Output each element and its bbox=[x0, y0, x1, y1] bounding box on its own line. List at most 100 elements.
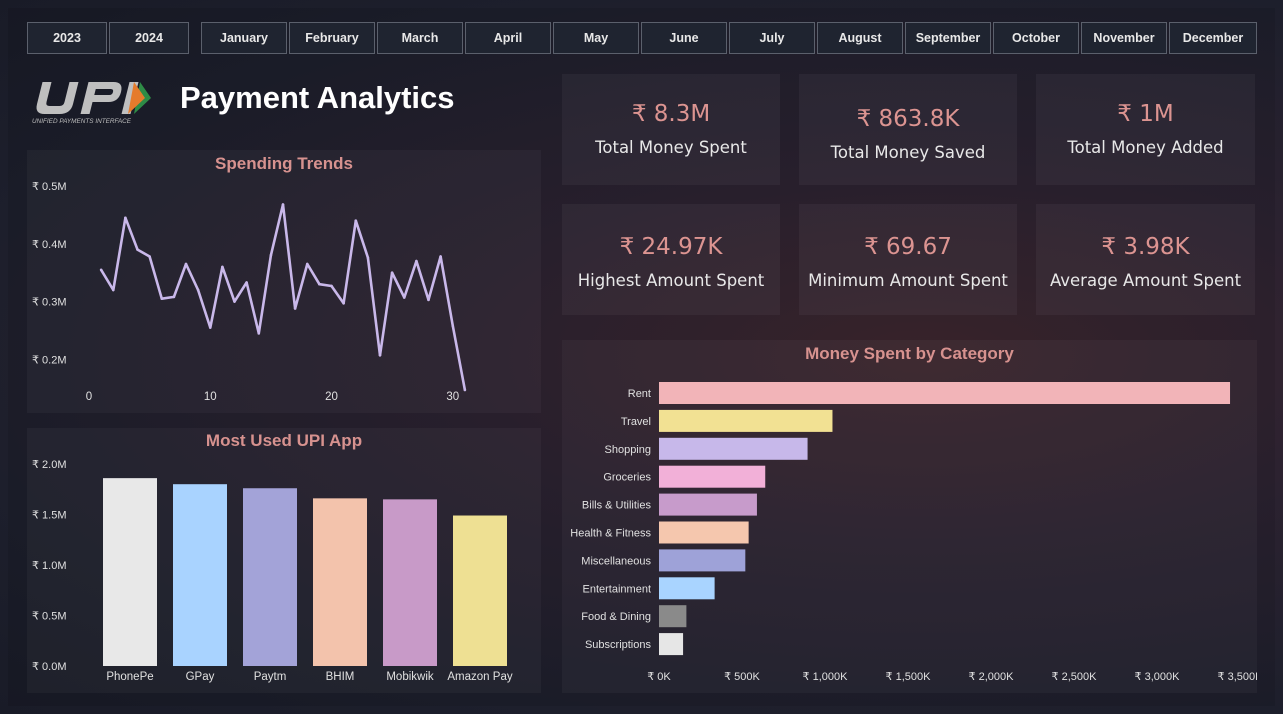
data-point bbox=[390, 271, 394, 274]
bar-phonepe bbox=[103, 478, 157, 666]
data-point bbox=[172, 295, 176, 299]
kpi-value: ₹ 69.67 bbox=[864, 234, 952, 260]
kpi-value: ₹ 3.98K bbox=[1101, 234, 1190, 260]
spending-trends-chart[interactable]: ₹ 0.2M ₹ 0.3M ₹ 0.4M ₹ 0.5M 0 10 20 30 bbox=[27, 170, 541, 413]
data-point bbox=[281, 203, 285, 206]
year-button-2023[interactable]: 2023 bbox=[27, 22, 107, 54]
y-tick-label: ₹ 2.0M bbox=[32, 459, 67, 471]
month-button-december[interactable]: December bbox=[1169, 22, 1257, 54]
kpi-average-amount-spent: ₹ 3.98K Average Amount Spent bbox=[1036, 204, 1255, 315]
upi-app-title: Most Used UPI App bbox=[205, 431, 363, 450]
bar-miscellaneous bbox=[659, 549, 746, 572]
kpi-highest-amount-spent: ₹ 24.97K Highest Amount Spent bbox=[562, 204, 780, 315]
data-point bbox=[245, 281, 248, 284]
y-tick-label: ₹ 0.4M bbox=[32, 239, 67, 251]
month-button-february[interactable]: February bbox=[289, 22, 375, 54]
y-tick-label: ₹ 0.5M bbox=[32, 181, 67, 193]
y-tick-label: ₹ 1.5M bbox=[32, 510, 67, 522]
x-tick-label: ₹ 500K bbox=[724, 671, 760, 683]
kpi-total-money-saved: ₹ 863.8K Total Money Saved bbox=[799, 74, 1017, 185]
bar-paytm bbox=[243, 488, 297, 666]
kpi-total-money-spent: ₹ 8.3M Total Money Spent bbox=[562, 74, 780, 185]
data-point bbox=[330, 284, 333, 288]
data-point bbox=[427, 298, 430, 302]
category-title: Money Spent by Category bbox=[805, 344, 1014, 363]
data-point bbox=[160, 297, 164, 300]
bar-travel bbox=[659, 409, 833, 432]
month-button-january[interactable]: January bbox=[201, 22, 287, 54]
bar-bills-utilities bbox=[659, 493, 757, 516]
month-button-may[interactable]: May bbox=[553, 22, 639, 54]
kpi-value: ₹ 24.97K bbox=[619, 234, 723, 260]
data-point bbox=[148, 255, 151, 258]
data-point bbox=[257, 332, 261, 335]
data-point bbox=[184, 262, 188, 266]
data-point bbox=[342, 301, 345, 305]
category-label: Shopping bbox=[605, 444, 652, 456]
upi-app-chart[interactable]: ₹ 0.0M ₹ 0.5M ₹ 1.0M ₹ 1.5M ₹ 2.0M PhonePe GPa… bbox=[27, 450, 541, 693]
kpi-label: Highest Amount Spent bbox=[577, 271, 765, 290]
data-point bbox=[378, 353, 382, 357]
data-point bbox=[99, 268, 103, 272]
month-button-july[interactable]: July bbox=[729, 22, 815, 54]
category-label: Miscellaneous bbox=[581, 555, 651, 567]
logo-subtitle: UNIFIED PAYMENTS INTERFACE bbox=[32, 118, 132, 125]
category-label: Subscriptions bbox=[585, 639, 652, 651]
kpi-label: Total Money Spent bbox=[595, 138, 747, 157]
category-chart[interactable]: Rent Travel Shopping Groceries Bills & Utili… bbox=[562, 365, 1257, 693]
x-tick-label: ₹ 1,500K bbox=[886, 671, 932, 683]
month-button-june[interactable]: June bbox=[641, 22, 727, 54]
x-tick-label: ₹ 2,500K bbox=[1052, 671, 1098, 683]
series-line bbox=[99, 203, 467, 391]
x-tick-label: ₹ 3,000K bbox=[1135, 671, 1181, 683]
x-tick-label: 20 bbox=[325, 391, 338, 403]
kpi-label: Minimum Amount Spent bbox=[808, 271, 1008, 290]
x-tick-label: ₹ 0K bbox=[647, 671, 671, 683]
data-point bbox=[269, 254, 273, 257]
data-point bbox=[221, 265, 224, 269]
data-point bbox=[293, 307, 297, 310]
bar-rent bbox=[659, 382, 1231, 404]
bar-amazon-pay bbox=[453, 515, 507, 666]
y-tick-label: ₹ 0.5M bbox=[32, 611, 67, 623]
category-label: Bills & Utilities bbox=[582, 500, 652, 512]
data-point bbox=[208, 326, 212, 329]
data-point bbox=[233, 300, 236, 303]
data-point bbox=[354, 219, 358, 222]
month-button-august[interactable]: August bbox=[817, 22, 903, 54]
x-tick-label: GPay bbox=[186, 671, 215, 683]
month-button-april[interactable]: April bbox=[465, 22, 551, 54]
kpi-label: Average Amount Spent bbox=[1049, 271, 1242, 290]
month-button-october[interactable]: October bbox=[993, 22, 1079, 54]
kpi-total-money-added: ₹ 1M Total Money Added bbox=[1036, 74, 1255, 185]
month-button-november[interactable]: November bbox=[1081, 22, 1167, 54]
x-tick-label: ₹ 1,000K bbox=[803, 671, 849, 683]
y-tick-label: ₹ 0.2M bbox=[32, 354, 67, 366]
data-point bbox=[124, 216, 127, 220]
month-button-march[interactable]: March bbox=[377, 22, 463, 54]
x-tick-label: 0 bbox=[86, 391, 92, 403]
category-label: Travel bbox=[621, 416, 651, 428]
x-tick-label: BHIM bbox=[326, 671, 355, 683]
kpi-value: ₹ 1M bbox=[1117, 101, 1174, 127]
month-button-september[interactable]: September bbox=[905, 22, 991, 54]
category-label: Groceries bbox=[603, 472, 651, 484]
bar-entertainment bbox=[659, 577, 715, 600]
data-point bbox=[451, 324, 455, 328]
bar-mobikwik bbox=[383, 499, 437, 666]
page-title: Payment Analytics bbox=[180, 80, 455, 115]
x-tick-label: Mobikwik bbox=[386, 671, 434, 683]
category-label: Food & Dining bbox=[581, 611, 651, 623]
x-tick-label: 30 bbox=[446, 391, 459, 403]
data-point bbox=[111, 288, 115, 292]
data-point bbox=[136, 248, 139, 251]
x-tick-label: ₹ 3,500K bbox=[1218, 671, 1257, 683]
kpi-label: Total Money Saved bbox=[830, 143, 986, 162]
y-tick-label: ₹ 0.0M bbox=[32, 661, 67, 673]
data-point bbox=[402, 296, 406, 299]
category-label: Entertainment bbox=[583, 583, 651, 595]
bar-health-fitness bbox=[659, 521, 749, 544]
year-button-2024[interactable]: 2024 bbox=[109, 22, 189, 54]
x-tick-label: PhonePe bbox=[106, 671, 153, 683]
bar-food-dining bbox=[659, 605, 687, 628]
